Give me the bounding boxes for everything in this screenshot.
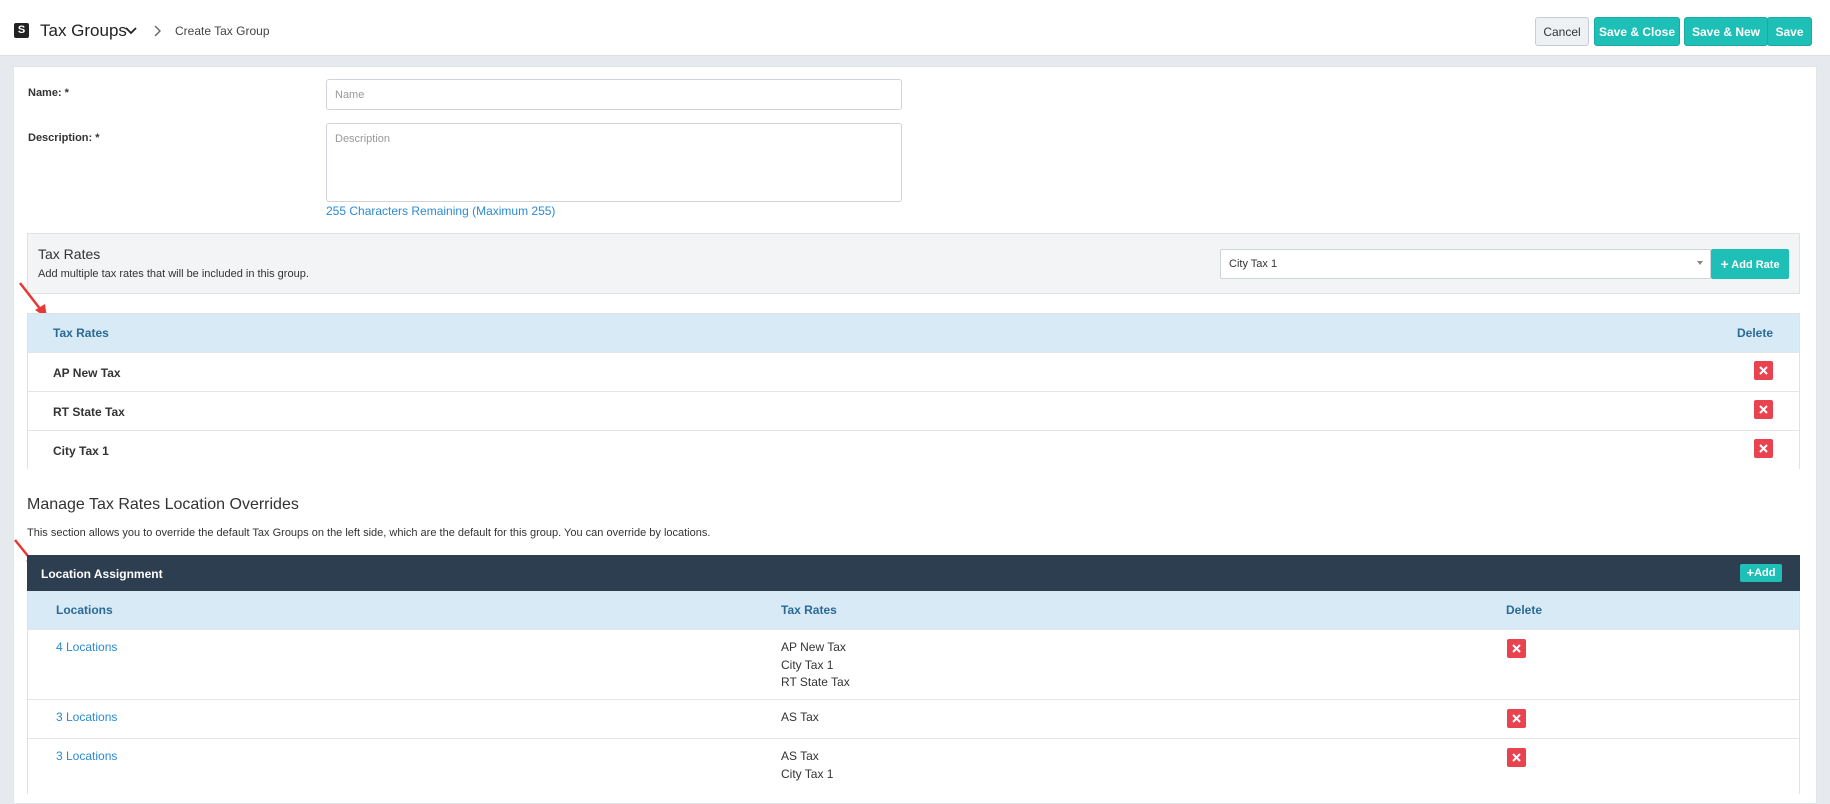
overrides-title: Manage Tax Rates Location Overrides <box>27 496 299 513</box>
add-location-button[interactable]: +Add <box>1740 564 1782 582</box>
add-location-label: Add <box>1754 567 1776 579</box>
description-placeholder: Description <box>335 133 391 145</box>
delete-icon[interactable] <box>1507 748 1526 767</box>
add-rate-label: Add Rate <box>1731 259 1780 271</box>
save-new-button[interactable]: Save & New <box>1684 17 1768 46</box>
column-header-locations: Locations <box>56 603 113 617</box>
breadcrumb: Create Tax Group <box>175 24 270 38</box>
tax-rate-select[interactable]: City Tax 1 <box>1220 249 1711 279</box>
app-logo-icon: S <box>14 23 29 38</box>
delete-icon[interactable] <box>1507 639 1526 658</box>
location-assignment-header: Location Assignment +Add <box>27 555 1800 591</box>
column-header-delete: Delete <box>1506 603 1543 617</box>
top-header: S Tax Groups Create Tax Group Cancel Sav… <box>0 0 1830 56</box>
tax-rates-list: AS Tax City Tax 1 <box>781 748 833 783</box>
overrides-description: This section allows you to override the … <box>27 527 711 539</box>
tax-rate-name: AP New Tax <box>53 366 121 380</box>
table-row: 4 Locations AP New Tax City Tax 1 RT Sta… <box>28 629 1799 699</box>
tax-rates-title: Tax Rates <box>38 246 101 262</box>
cancel-button[interactable]: Cancel <box>1535 17 1589 46</box>
name-placeholder: Name <box>335 89 365 101</box>
plus-icon: + <box>1720 256 1729 272</box>
delete-icon[interactable] <box>1754 361 1773 380</box>
tax-rates-list: AP New Tax City Tax 1 RT State Tax <box>781 639 850 692</box>
chevron-down-icon[interactable] <box>124 24 138 38</box>
description-label: Description: * <box>28 132 100 144</box>
tax-rate-item: City Tax 1 <box>781 657 834 672</box>
save-close-button[interactable]: Save & Close <box>1594 17 1680 46</box>
table-row: 3 Locations AS Tax <box>28 699 1799 738</box>
delete-icon[interactable] <box>1754 439 1773 458</box>
table-row: AP New Tax <box>28 352 1799 391</box>
locations-link[interactable]: 3 Locations <box>56 749 117 763</box>
characters-remaining: 255 Characters Remaining (Maximum 255) <box>326 204 556 218</box>
delete-icon[interactable] <box>1507 709 1526 728</box>
table-header: Locations Tax Rates Delete <box>28 591 1799 629</box>
tax-rate-item: AS Tax <box>781 710 819 724</box>
tax-rate-select-value: City Tax 1 <box>1229 258 1278 270</box>
tax-rate-name: City Tax 1 <box>53 444 109 458</box>
column-header-tax-rates: Tax Rates <box>53 326 109 340</box>
tax-rate-item: AP New Tax <box>781 640 846 654</box>
tax-rates-list: AS Tax <box>781 709 819 727</box>
locations-link[interactable]: 4 Locations <box>56 640 117 654</box>
table-header: Tax Rates Delete <box>28 314 1799 352</box>
column-header-tax-rates: Tax Rates <box>781 603 837 617</box>
add-rate-button[interactable]: + Add Rate <box>1711 249 1789 279</box>
tax-rate-name: RT State Tax <box>53 405 125 419</box>
name-input[interactable]: Name <box>326 79 902 110</box>
caret-down-icon <box>1697 261 1703 265</box>
locations-link[interactable]: 3 Locations <box>56 710 117 724</box>
description-textarea[interactable]: Description <box>326 123 902 202</box>
save-button[interactable]: Save <box>1767 17 1812 46</box>
tax-rate-item: City Tax 1 <box>781 766 834 781</box>
page-title[interactable]: Tax Groups <box>40 21 127 41</box>
chevron-right-icon <box>154 25 161 37</box>
table-row: RT State Tax <box>28 391 1799 430</box>
table-row: City Tax 1 <box>28 430 1799 469</box>
location-assignment-title: Location Assignment <box>41 567 163 581</box>
tax-rates-table: Tax Rates Delete AP New Tax RT State Tax… <box>27 313 1800 469</box>
column-header-delete: Delete <box>1737 326 1774 340</box>
tax-rate-item: AS Tax <box>781 749 819 763</box>
table-row: 3 Locations AS Tax City Tax 1 <box>28 738 1799 794</box>
tax-rate-item: RT State Tax <box>781 675 850 689</box>
delete-icon[interactable] <box>1754 400 1773 419</box>
name-label: Name: * <box>28 87 69 99</box>
location-overrides-table: Locations Tax Rates Delete 4 Locations A… <box>27 591 1800 794</box>
plus-icon: + <box>1746 565 1755 580</box>
tax-rates-subtitle: Add multiple tax rates that will be incl… <box>38 268 309 280</box>
